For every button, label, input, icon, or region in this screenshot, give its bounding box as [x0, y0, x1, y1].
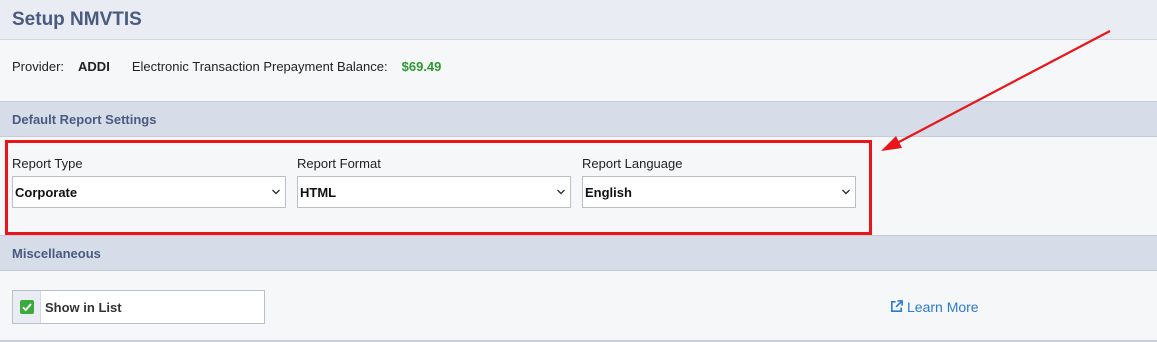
report-format-value: HTML [300, 185, 337, 200]
checkbox-cell [13, 291, 41, 323]
report-type-label: Report Type [12, 156, 83, 171]
provider-value: ADDI [78, 59, 110, 74]
checkbox-checked-icon[interactable] [20, 300, 34, 314]
balance-label: Electronic Transaction Prepayment Balanc… [131, 59, 388, 74]
section-title: Miscellaneous [12, 246, 101, 261]
chevron-down-icon [272, 189, 280, 195]
report-language-value: English [585, 185, 632, 200]
report-language-label: Report Language [582, 156, 683, 171]
learn-more-label: Learn More [907, 299, 979, 315]
report-type-select[interactable]: Corporate [12, 176, 286, 208]
section-title: Default Report Settings [12, 112, 157, 127]
show-in-list-checkbox[interactable]: Show in List [12, 290, 265, 324]
title-bar: Setup NMVTIS [0, 0, 1157, 40]
show-in-list-label: Show in List [45, 300, 122, 315]
learn-more-link[interactable]: Learn More [889, 299, 979, 315]
report-format-label: Report Format [297, 156, 381, 171]
chevron-down-icon [842, 189, 850, 195]
miscellaneous-header: Miscellaneous [0, 235, 1157, 271]
report-language-field: Report Language English [582, 156, 856, 208]
report-format-select[interactable]: HTML [297, 176, 571, 208]
report-language-select[interactable]: English [582, 176, 856, 208]
provider-row: Provider: ADDI Electronic Transaction Prep… [12, 59, 441, 74]
report-type-value: Corporate [15, 185, 78, 200]
page-title: Setup NMVTIS [12, 9, 142, 30]
default-report-settings-header: Default Report Settings [0, 101, 1157, 137]
provider-label: Provider: [12, 59, 65, 74]
balance-value: $69.49 [401, 59, 442, 74]
report-format-field: Report Format HTML [297, 156, 571, 208]
chevron-down-icon [557, 189, 565, 195]
external-link-icon [891, 300, 903, 312]
report-type-field: Report Type Corporate [12, 156, 286, 208]
